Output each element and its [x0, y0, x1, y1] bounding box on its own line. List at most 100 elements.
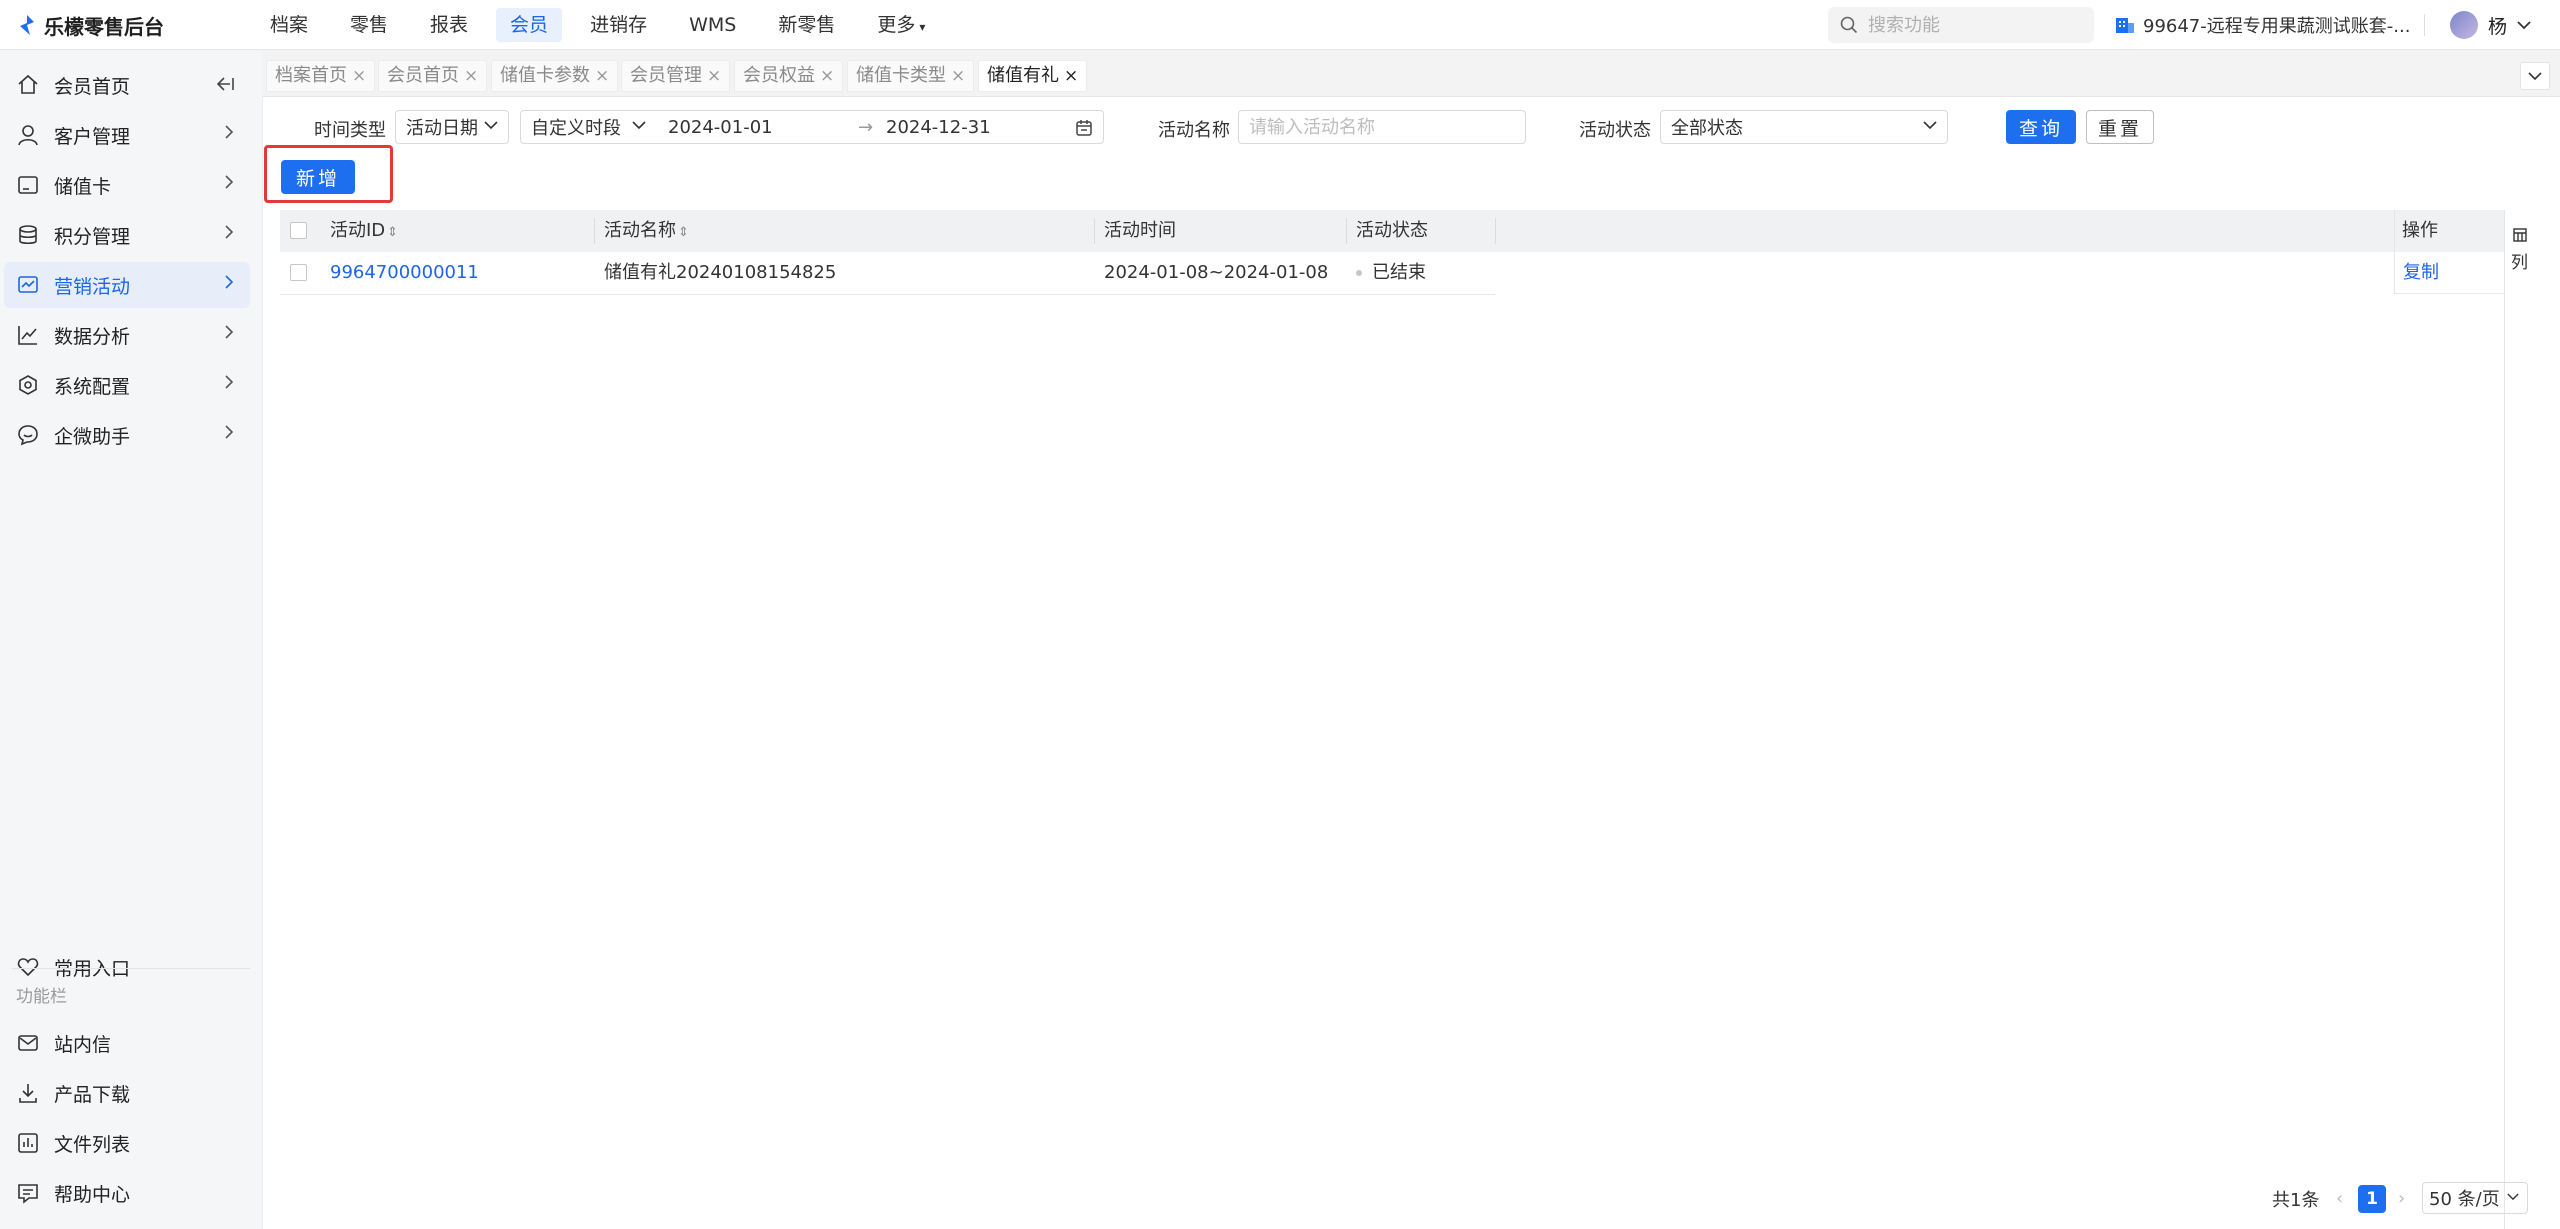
close-icon[interactable]: × — [464, 66, 478, 86]
sidebar-item-label: 系统配置 — [54, 375, 131, 398]
file-list-icon — [16, 1131, 40, 1155]
copy-link[interactable]: 复制 — [2403, 252, 2439, 294]
caret-down-icon: ▾ — [919, 20, 926, 34]
row-checkbox[interactable] — [290, 264, 307, 281]
tabs-dropdown-button[interactable] — [2520, 62, 2550, 90]
table-header: 活动ID ⇕ 活动名称 ⇕ 活动时间 活动状态 操作 — [280, 210, 2504, 252]
time-type-label: 时间类型 — [314, 120, 386, 141]
sidebar-item-wecom-assistant[interactable]: 企微助手 — [4, 412, 250, 458]
sidebar-item-marketing[interactable]: 营销活动 — [4, 262, 250, 308]
end-date[interactable]: 2024-12-31 — [886, 117, 991, 138]
topnav-item-retail[interactable]: 零售 — [336, 8, 402, 42]
activity-name-input[interactable] — [1238, 110, 1526, 144]
sidebar-item-messages[interactable]: 站内信 — [4, 1020, 250, 1066]
close-icon[interactable]: × — [1064, 66, 1078, 86]
collapse-sidebar-icon[interactable] — [216, 76, 234, 92]
activity-status: 已结束 — [1356, 252, 1426, 294]
chevron-right-icon — [225, 275, 234, 289]
prev-page-icon[interactable]: ‹ — [2336, 1188, 2343, 1209]
user-menu[interactable]: 杨 — [2450, 8, 2531, 42]
divider — [2424, 14, 2425, 36]
chart-icon — [16, 323, 40, 347]
tab-stored-value-gift[interactable]: 储值有礼 × — [978, 60, 1088, 92]
tab-card-params[interactable]: 储值卡参数 × — [491, 60, 619, 92]
sidebar-item-analytics[interactable]: 数据分析 — [4, 312, 250, 358]
sidebar-item-stored-value-card[interactable]: 储值卡 — [4, 162, 250, 208]
column-settings[interactable]: 列 — [2504, 210, 2560, 1229]
activity-status-value: 全部状态 — [1671, 118, 1743, 139]
topnav-item-wms[interactable]: WMS — [675, 8, 750, 42]
query-button[interactable]: 查询 — [2006, 110, 2076, 144]
sidebar-item-label: 积分管理 — [54, 225, 131, 248]
tab-member-management[interactable]: 会员管理 × — [621, 60, 731, 92]
start-date[interactable]: 2024-01-01 — [668, 117, 773, 138]
sidebar-item-member-home[interactable]: 会员首页 — [4, 62, 250, 108]
page-number-current[interactable]: 1 — [2358, 1185, 2386, 1213]
help-icon — [16, 1181, 40, 1205]
page-tabs: 档案首页 × 会员首页 × 储值卡参数 × 会员管理 × 会员权益 × 储值卡类型 × 储值… — [262, 50, 2560, 97]
calendar-icon[interactable] — [1075, 119, 1093, 137]
tab-member-home[interactable]: 会员首页 × — [378, 60, 488, 92]
topnav-item-inventory[interactable]: 进销存 — [576, 8, 661, 42]
period-select[interactable]: 自定义时段 — [520, 110, 657, 144]
account-name: 99647-远程专用果蔬测试账套-... — [2143, 16, 2411, 37]
sidebar-item-label: 常用入口 — [54, 957, 131, 980]
app-title: 乐檬零售后台 — [44, 14, 164, 39]
time-type-value: 活动日期 — [406, 118, 478, 139]
chevron-right-icon — [225, 125, 234, 139]
topnav-item-new-retail[interactable]: 新零售 — [764, 8, 849, 42]
sidebar-item-help[interactable]: 帮助中心 — [4, 1170, 250, 1216]
next-page-icon[interactable]: › — [2398, 1188, 2405, 1209]
topnav-item-more[interactable]: 更多 ▾ — [863, 8, 939, 42]
close-icon[interactable]: × — [707, 66, 721, 86]
close-icon[interactable]: × — [951, 66, 965, 86]
table-row[interactable]: 9964700000011 储值有礼20240108154825 2024-01… — [280, 252, 1495, 295]
sidebar-item-downloads[interactable]: 产品下载 — [4, 1070, 250, 1116]
sort-icon[interactable]: ⇕ — [387, 225, 398, 240]
sort-icon[interactable]: ⇕ — [678, 225, 689, 240]
tab-card-types[interactable]: 储值卡类型 × — [847, 60, 975, 92]
time-type-select[interactable]: 活动日期 — [395, 110, 509, 144]
chevron-right-icon — [225, 325, 234, 339]
select-all-checkbox[interactable] — [290, 222, 307, 239]
close-icon[interactable]: × — [820, 66, 834, 86]
sidebar-item-file-list[interactable]: 文件列表 — [4, 1120, 250, 1166]
app-logo[interactable]: 乐檬零售后台 — [16, 11, 164, 39]
date-range-picker[interactable]: 2024-01-01 → 2024-12-31 — [656, 110, 1104, 144]
reset-button[interactable]: 重置 — [2086, 110, 2154, 144]
topnav-item-member[interactable]: 会员 — [496, 8, 563, 42]
column-header-status: 活动状态 — [1356, 220, 1428, 241]
divider — [1094, 218, 1095, 244]
column-header-name[interactable]: 活动名称 ⇕ — [604, 210, 689, 252]
sidebar-item-customers[interactable]: 客户管理 — [4, 112, 250, 158]
tab-member-benefits[interactable]: 会员权益 × — [734, 60, 844, 92]
column-header-id[interactable]: 活动ID ⇕ — [330, 210, 398, 252]
topnav-item-archive[interactable]: 档案 — [256, 8, 322, 42]
page-size-value: 50 条/页 — [2429, 1189, 2500, 1210]
close-icon[interactable]: × — [352, 66, 366, 86]
search-box[interactable] — [1828, 7, 2094, 43]
search-icon — [1840, 16, 1858, 34]
search-input[interactable] — [1866, 13, 2070, 37]
activity-status-select[interactable]: 全部状态 — [1660, 110, 1948, 144]
sidebar-item-points[interactable]: 积分管理 — [4, 212, 250, 258]
user-icon — [16, 123, 40, 147]
sidebar-item-label: 帮助中心 — [54, 1183, 131, 1206]
topnav-item-reports[interactable]: 报表 — [416, 8, 482, 42]
activity-id-link[interactable]: 9964700000011 — [330, 252, 479, 294]
sidebar-item-label: 企微助手 — [54, 425, 131, 448]
activity-name-label: 活动名称 — [1158, 120, 1230, 141]
page-size-select[interactable]: 50 条/页 — [2422, 1182, 2528, 1214]
close-icon[interactable]: × — [595, 66, 609, 86]
sidebar-item-settings[interactable]: 系统配置 — [4, 362, 250, 408]
account-selector[interactable]: 99647-远程专用果蔬测试账套-... — [2115, 10, 2410, 40]
chevron-down-icon — [2528, 71, 2542, 80]
chevron-right-icon — [225, 375, 234, 389]
activity-name: 储值有礼20240108154825 — [604, 262, 837, 283]
chevron-down-icon — [1923, 121, 1937, 130]
total-count: 共1条 — [2272, 1190, 2320, 1211]
tab-archive-home[interactable]: 档案首页 × — [266, 60, 376, 92]
sidebar-item-label: 储值卡 — [54, 175, 112, 198]
sidebar-item-label: 会员首页 — [54, 75, 131, 98]
range-arrow: → — [858, 117, 874, 138]
